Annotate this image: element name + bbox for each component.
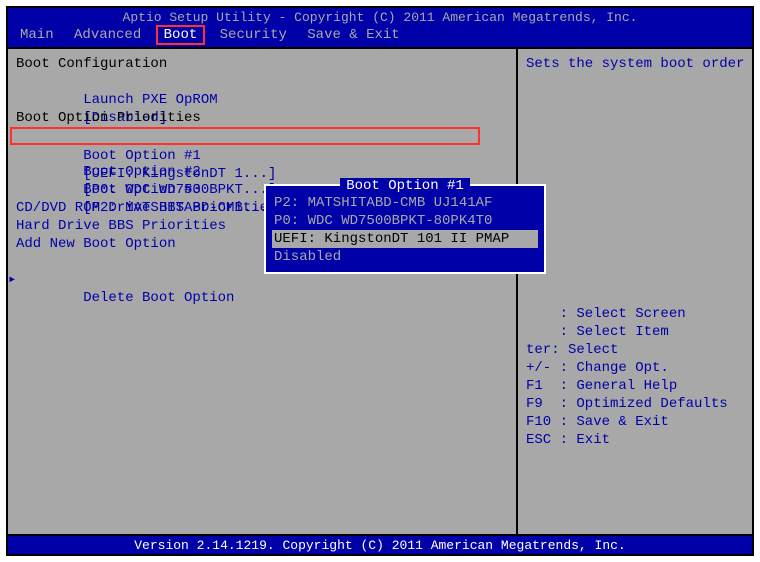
tab-advanced[interactable]: Advanced [68,27,147,43]
help-f9: F9 : Optimized Defaults [526,395,728,413]
help-f1: F1 : General Help [526,377,728,395]
help-change-opt: +/- : Change Opt. [526,359,728,377]
help-select-item: : Select Item [526,323,728,341]
popup-title: Boot Option #1 [272,178,538,194]
tab-main[interactable]: Main [14,27,60,43]
help-f10: F10 : Save & Exit [526,413,728,431]
section-boot-config: Boot Configuration [16,55,508,73]
help-select-screen: : Select Screen [526,305,728,323]
tab-security[interactable]: Security [214,27,293,43]
footer-version: Version 2.14.1219. Copyright (C) 2011 Am… [8,534,752,554]
tab-boot[interactable]: Boot [156,25,206,45]
item-description: Sets the system boot order [526,55,744,73]
spacer [16,91,508,109]
title-bar: Aptio Setup Utility - Copyright (C) 2011… [8,8,752,26]
left-panel: Boot Configuration Launch PXE OpROM [Dis… [8,47,518,534]
section-boot-priorities: Boot Option Priorities [16,109,508,127]
boot-option-1[interactable]: Boot Option #1 [UEFI: KingstonDT 1...] [10,127,480,145]
popup-item-uefi[interactable]: UEFI: KingstonDT 101 II PMAP [272,230,538,248]
help-keys: : Select Screen : Select Item ter: Selec… [526,305,728,449]
middle-area: Boot Configuration Launch PXE OpROM [Dis… [8,47,752,534]
delete-boot-option-label: Delete Boot Option [83,290,234,306]
right-panel: Sets the system boot order : Select Scre… [518,47,752,534]
bios-window: Aptio Setup Utility - Copyright (C) 2011… [6,6,754,556]
help-esc: ESC : Exit [526,431,728,449]
popup-item-p0[interactable]: P0: WDC WD7500BPKT-80PK4T0 [272,212,538,230]
popup-item-p2[interactable]: P2: MATSHITABD-CMB UJ141AF [272,194,538,212]
menu-bar: Main Advanced Boot Security Save & Exit [8,26,752,47]
boot-option-2[interactable]: Boot Option #2 [P0: WDC WD7500BPKT...] [16,145,508,163]
caret-icon: ▸ [8,271,16,289]
tab-saveexit[interactable]: Save & Exit [301,27,405,43]
boot-option-popup: Boot Option #1 P2: MATSHITABD-CMB UJ141A… [264,184,546,274]
help-enter: ter: Select [526,341,728,359]
launch-pxe-oprom[interactable]: Launch PXE OpROM [Disabled] [16,73,508,91]
popup-item-disabled[interactable]: Disabled [272,248,538,266]
